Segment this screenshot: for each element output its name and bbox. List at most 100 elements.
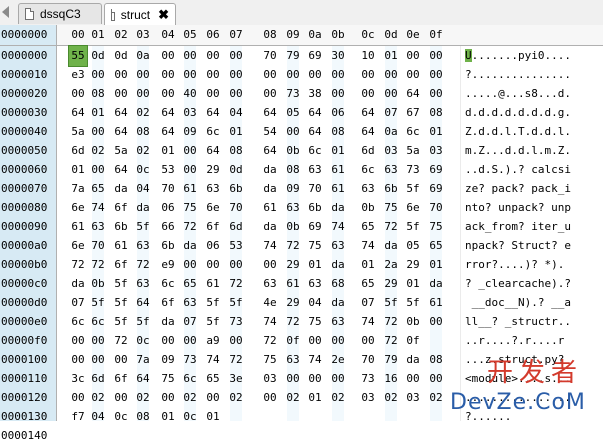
hex-byte[interactable]: 5f [227, 293, 245, 313]
hex-byte[interactable]: da [329, 293, 347, 313]
hex-byte[interactable]: 64 [112, 160, 130, 180]
hex-byte[interactable]: 63 [181, 293, 199, 313]
hex-byte[interactable]: 01 [306, 255, 324, 275]
hex-byte[interactable]: 03 [261, 369, 279, 389]
hex-byte[interactable]: 63 [284, 198, 302, 218]
hex-byte[interactable]: 0c [134, 160, 152, 180]
hex-byte[interactable]: 6f [112, 198, 130, 218]
hex-byte[interactable]: 61 [261, 198, 279, 218]
hex-byte[interactable]: 5f [89, 293, 107, 313]
tab-struct[interactable]: struct ✖ [104, 3, 176, 25]
hex-byte[interactable]: 7a [69, 179, 87, 199]
hex-byte[interactable]: 02 [134, 103, 152, 123]
hex-byte[interactable]: 6d [69, 141, 87, 161]
hex-byte[interactable]: 70 [227, 198, 245, 218]
hex-byte[interactable]: 08 [329, 122, 347, 142]
hex-byte[interactable]: 29 [204, 160, 222, 180]
hex-byte[interactable]: 00 [227, 46, 245, 66]
hex-byte[interactable]: 06 [204, 236, 222, 256]
ascii-text[interactable]: ..r....?.r....r [465, 331, 564, 351]
hex-byte[interactable]: 64 [261, 103, 279, 123]
hex-byte[interactable]: da [427, 274, 445, 294]
hex-byte[interactable]: 00 [69, 84, 87, 104]
hex-byte[interactable]: da [112, 179, 130, 199]
hex-byte[interactable]: da [159, 312, 177, 332]
hex-byte[interactable]: 0d [227, 160, 245, 180]
hex-byte[interactable]: 00 [204, 84, 222, 104]
hex-byte[interactable]: da [329, 198, 347, 218]
hex-byte[interactable]: 00 [112, 350, 130, 370]
hex-byte[interactable]: 00 [204, 65, 222, 85]
hex-row[interactable]: 0000090 61 63 6b 5f 66 72 6f 6d da 0b 69 74 65 72 5f 75 a… [0, 217, 603, 237]
hex-byte[interactable]: 02 [134, 388, 152, 408]
hex-byte[interactable]: 00 [261, 84, 279, 104]
hex-byte[interactable]: 66 [159, 217, 177, 237]
hex-row[interactable]: 00000d0 07 5f 5f 64 6f 63 5f 5f 4e 29 04 da 07 5f 5f 61 … [0, 293, 603, 313]
hex-row[interactable]: 00000b0 72 72 6f 72 e9 00 00 00 00 29 01 da 01 2a 29 01 r… [0, 255, 603, 275]
hex-byte[interactable]: 70 [359, 350, 377, 370]
hex-byte[interactable]: 00 [112, 388, 130, 408]
hex-byte[interactable]: 05 [284, 103, 302, 123]
hex-byte[interactable]: 07 [69, 293, 87, 313]
hex-byte[interactable]: 63 [284, 350, 302, 370]
hex-byte[interactable]: 63 [204, 179, 222, 199]
hex-byte[interactable]: 6e [69, 198, 87, 218]
hex-byte[interactable]: 63 [134, 236, 152, 256]
hex-byte[interactable]: 00 [404, 65, 422, 85]
hex-byte[interactable]: 03 [181, 103, 199, 123]
hex-byte[interactable]: 6c [204, 122, 222, 142]
hex-byte[interactable]: 03 [382, 141, 400, 161]
hex-byte[interactable]: 64 [261, 141, 279, 161]
hex-byte[interactable]: 00 [181, 331, 199, 351]
hex-byte[interactable]: 72 [284, 236, 302, 256]
hex-byte[interactable]: 0c [181, 407, 199, 427]
hex-byte[interactable]: 00 [89, 331, 107, 351]
hex-byte[interactable]: 72 [284, 312, 302, 332]
hex-byte[interactable]: 75 [306, 236, 324, 256]
hex-byte[interactable]: 00 [284, 65, 302, 85]
ascii-text[interactable]: ll__? _structr.. [465, 312, 571, 332]
hex-byte[interactable]: 04 [134, 179, 152, 199]
hex-byte[interactable]: 6c [69, 312, 87, 332]
hex-byte[interactable]: 70 [427, 198, 445, 218]
ascii-text[interactable]: d.d.d.d.d.d.d.g. [465, 103, 571, 123]
hex-byte[interactable]: 61 [204, 274, 222, 294]
hex-byte[interactable]: 02 [134, 141, 152, 161]
hex-byte[interactable]: 00 [227, 255, 245, 275]
hex-byte[interactable]: 6e [404, 198, 422, 218]
hex-byte[interactable]: 00 [69, 331, 87, 351]
hex-byte[interactable]: 64 [159, 122, 177, 142]
hex-byte[interactable]: 63 [306, 160, 324, 180]
hex-byte[interactable]: 65 [427, 236, 445, 256]
hex-byte[interactable]: 6f [204, 217, 222, 237]
hex-byte[interactable]: 75 [306, 312, 324, 332]
hex-byte[interactable]: 00 [181, 255, 199, 275]
hex-byte[interactable]: 75 [159, 369, 177, 389]
ascii-text[interactable]: ?............... [465, 65, 571, 85]
hex-byte[interactable]: 64 [134, 369, 152, 389]
hex-byte[interactable]: 00 [427, 312, 445, 332]
hex-byte[interactable]: 00 [159, 331, 177, 351]
hex-byte[interactable]: 01 [404, 274, 422, 294]
hex-byte[interactable]: 02 [427, 388, 445, 408]
hex-byte[interactable]: 00 [261, 255, 279, 275]
hex-byte[interactable]: 6f [112, 369, 130, 389]
hex-byte[interactable]: da [404, 350, 422, 370]
hex-byte[interactable]: 5f [404, 179, 422, 199]
hex-byte[interactable]: 00 [89, 350, 107, 370]
hex-byte[interactable]: 00 [181, 46, 199, 66]
ascii-text[interactable]: ze? pack? pack_i [465, 179, 571, 199]
hex-byte[interactable]: 74 [359, 236, 377, 256]
hex-byte[interactable]: 61 [427, 293, 445, 313]
hex-byte[interactable]: 00 [159, 388, 177, 408]
ascii-text[interactable]: rror?....)? *). [465, 255, 564, 275]
hex-byte[interactable]: 29 [284, 255, 302, 275]
hex-byte[interactable]: 08 [427, 103, 445, 123]
hex-byte[interactable]: da [134, 198, 152, 218]
hex-byte[interactable]: 73 [181, 350, 199, 370]
hex-byte[interactable]: 64 [306, 103, 324, 123]
hex-byte[interactable]: 72 [261, 331, 279, 351]
hex-byte[interactable]: 63 [359, 179, 377, 199]
hex-byte[interactable]: 0b [359, 198, 377, 218]
hex-byte[interactable]: 64 [134, 293, 152, 313]
